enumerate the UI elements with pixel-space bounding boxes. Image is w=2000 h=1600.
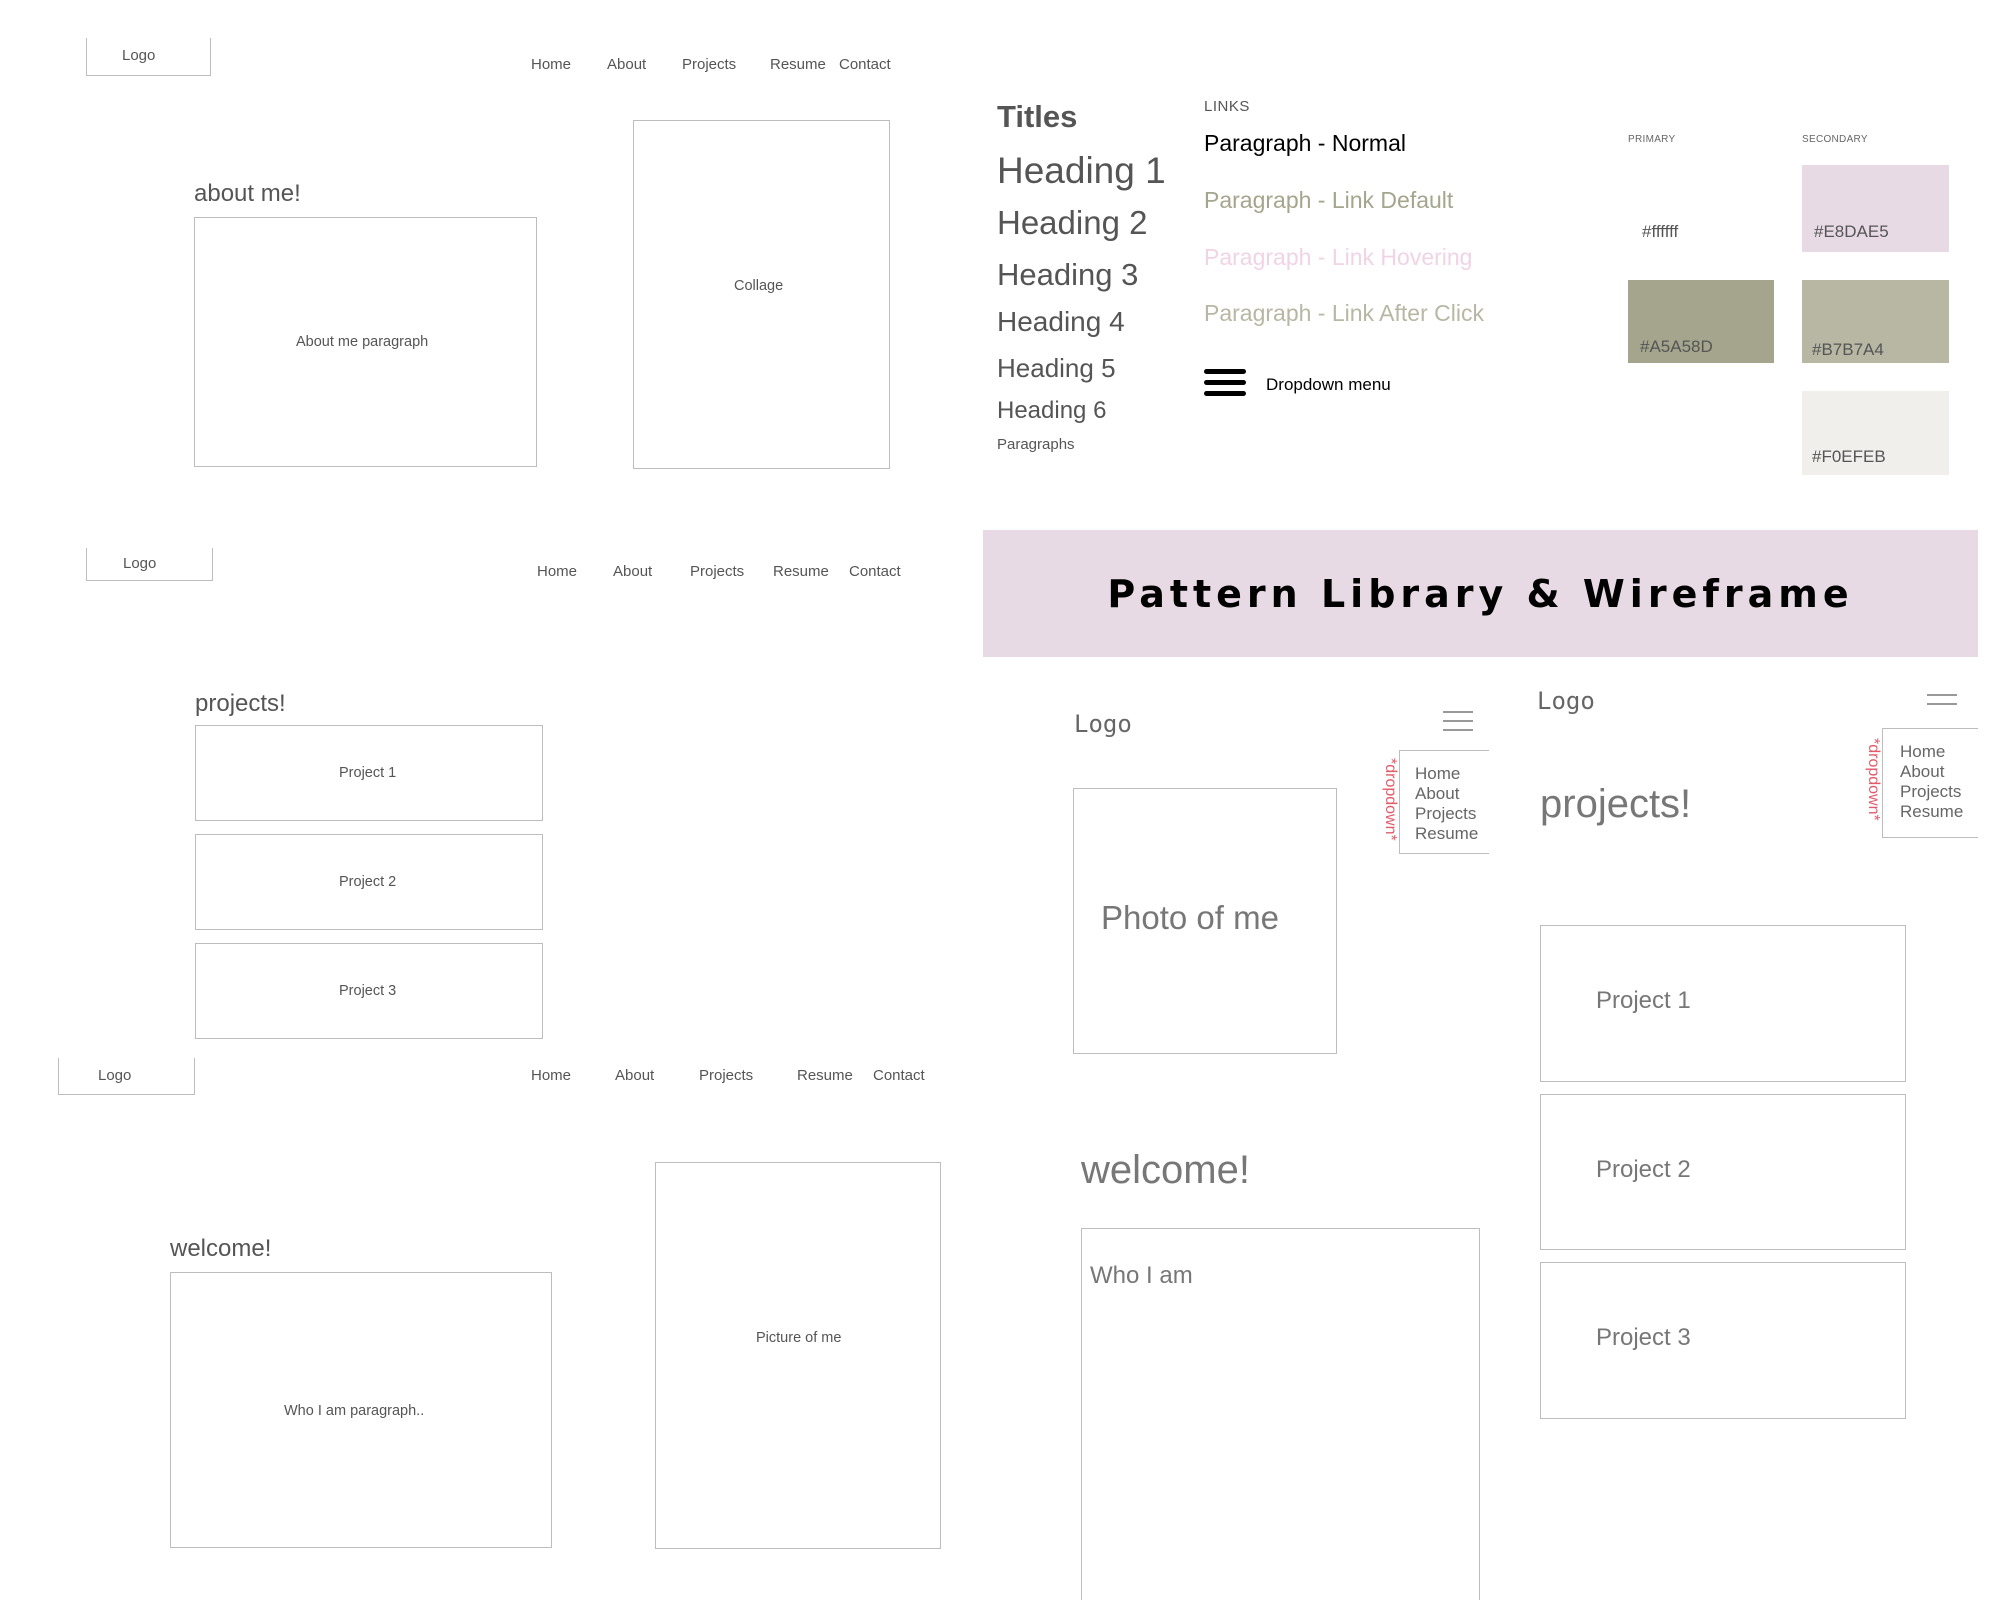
photo-box: Photo of me bbox=[1073, 788, 1337, 1054]
nav-about[interactable]: About bbox=[607, 56, 646, 73]
page-title: welcome! bbox=[170, 1235, 272, 1262]
about-paragraph-box: About me paragraph bbox=[194, 217, 537, 467]
dropdown-menu-label: Dropdown menu bbox=[1266, 375, 1391, 394]
secondary-label: SECONDARY bbox=[1802, 134, 1868, 145]
mobile-page-title: projects! bbox=[1540, 782, 1692, 826]
hamburger-menu-icon[interactable] bbox=[1443, 711, 1473, 738]
heading-1-sample: Heading 1 bbox=[997, 150, 1166, 191]
page-title: projects! bbox=[195, 690, 286, 717]
mobile-dropdown-menu: Home About Projects Resume bbox=[1882, 728, 1978, 838]
swatch-olive: #A5A58D bbox=[1628, 280, 1774, 363]
dropdown-item-home[interactable]: Home bbox=[1415, 764, 1489, 784]
hamburger-menu-icon[interactable] bbox=[1204, 369, 1246, 402]
nav-about[interactable]: About bbox=[613, 563, 652, 580]
project-box[interactable]: Project 2 bbox=[1540, 1094, 1906, 1250]
nav-projects[interactable]: Projects bbox=[682, 56, 736, 73]
nav-resume[interactable]: Resume bbox=[797, 1067, 853, 1084]
title-banner: Pattern Library & Wireframe bbox=[983, 530, 1978, 657]
nav-resume[interactable]: Resume bbox=[770, 56, 826, 73]
hamburger-menu-icon[interactable] bbox=[1927, 694, 1957, 712]
dropdown-item-resume[interactable]: Resume bbox=[1900, 802, 1978, 822]
who-i-am-box: Who I am paragraph.. bbox=[170, 1272, 552, 1548]
mobile-logo[interactable]: Logo bbox=[1074, 710, 1132, 738]
banner-title: Pattern Library & Wireframe bbox=[1107, 572, 1854, 616]
project-box[interactable]: Project 1 bbox=[195, 725, 543, 821]
dropdown-annotation: *dropdown* bbox=[1865, 738, 1882, 821]
nav-home[interactable]: Home bbox=[531, 56, 571, 73]
picture-box: Picture of me bbox=[655, 1162, 941, 1549]
dropdown-item-about[interactable]: About bbox=[1900, 762, 1978, 782]
logo-placeholder[interactable]: Logo bbox=[86, 38, 211, 76]
nav-home[interactable]: Home bbox=[531, 1067, 571, 1084]
heading-2-sample: Heading 2 bbox=[997, 204, 1148, 241]
dropdown-item-about[interactable]: About bbox=[1415, 784, 1489, 804]
nav-home[interactable]: Home bbox=[537, 563, 577, 580]
mobile-dropdown-menu: Home About Projects Resume bbox=[1399, 750, 1489, 854]
heading-3-sample: Heading 3 bbox=[997, 257, 1139, 292]
swatch-offwhite: #F0EFEB bbox=[1802, 391, 1949, 475]
project-box[interactable]: Project 1 bbox=[1540, 925, 1906, 1082]
swatch-sage: #B7B7A4 bbox=[1802, 280, 1949, 363]
nav-resume[interactable]: Resume bbox=[773, 563, 829, 580]
swatch-white: #ffffff bbox=[1628, 165, 1774, 251]
nav-contact[interactable]: Contact bbox=[873, 1067, 925, 1084]
link-default-sample[interactable]: Paragraph - Link Default bbox=[1204, 187, 1453, 214]
logo-placeholder[interactable]: Logo bbox=[58, 1058, 195, 1095]
heading-5-sample: Heading 5 bbox=[997, 353, 1116, 383]
paragraph-normal-sample: Paragraph - Normal bbox=[1204, 130, 1406, 156]
dropdown-item-home[interactable]: Home bbox=[1900, 742, 1978, 762]
collage-box: Collage bbox=[633, 120, 890, 469]
primary-label: PRIMARY bbox=[1628, 134, 1676, 145]
nav-projects[interactable]: Projects bbox=[699, 1067, 753, 1084]
swatch-pink: #E8DAE5 bbox=[1802, 165, 1949, 252]
heading-4-sample: Heading 4 bbox=[997, 306, 1125, 337]
mobile-page-title: welcome! bbox=[1081, 1148, 1250, 1192]
project-box[interactable]: Project 2 bbox=[195, 834, 543, 930]
mobile-logo[interactable]: Logo bbox=[1537, 687, 1595, 715]
dropdown-annotation: *dropdown* bbox=[1382, 758, 1399, 841]
project-box[interactable]: Project 3 bbox=[195, 943, 543, 1039]
link-after-click-sample[interactable]: Paragraph - Link After Click bbox=[1204, 300, 1484, 327]
titles-label: Titles bbox=[997, 99, 1078, 134]
heading-6-sample: Heading 6 bbox=[997, 397, 1107, 424]
dropdown-item-projects[interactable]: Projects bbox=[1900, 782, 1978, 802]
project-box[interactable]: Project 3 bbox=[1540, 1262, 1906, 1419]
page-title: about me! bbox=[194, 180, 301, 207]
nav-contact[interactable]: Contact bbox=[839, 56, 891, 73]
logo-placeholder[interactable]: Logo bbox=[86, 548, 213, 581]
who-i-am-box: Who I am bbox=[1081, 1228, 1480, 1600]
nav-about[interactable]: About bbox=[615, 1067, 654, 1084]
link-hovering-sample[interactable]: Paragraph - Link Hovering bbox=[1204, 244, 1472, 271]
dropdown-item-projects[interactable]: Projects bbox=[1415, 804, 1489, 824]
paragraphs-sample: Paragraphs bbox=[997, 436, 1075, 453]
links-label: LINKS bbox=[1204, 98, 1250, 115]
dropdown-item-resume[interactable]: Resume bbox=[1415, 824, 1489, 844]
nav-contact[interactable]: Contact bbox=[849, 563, 901, 580]
nav-projects[interactable]: Projects bbox=[690, 563, 744, 580]
